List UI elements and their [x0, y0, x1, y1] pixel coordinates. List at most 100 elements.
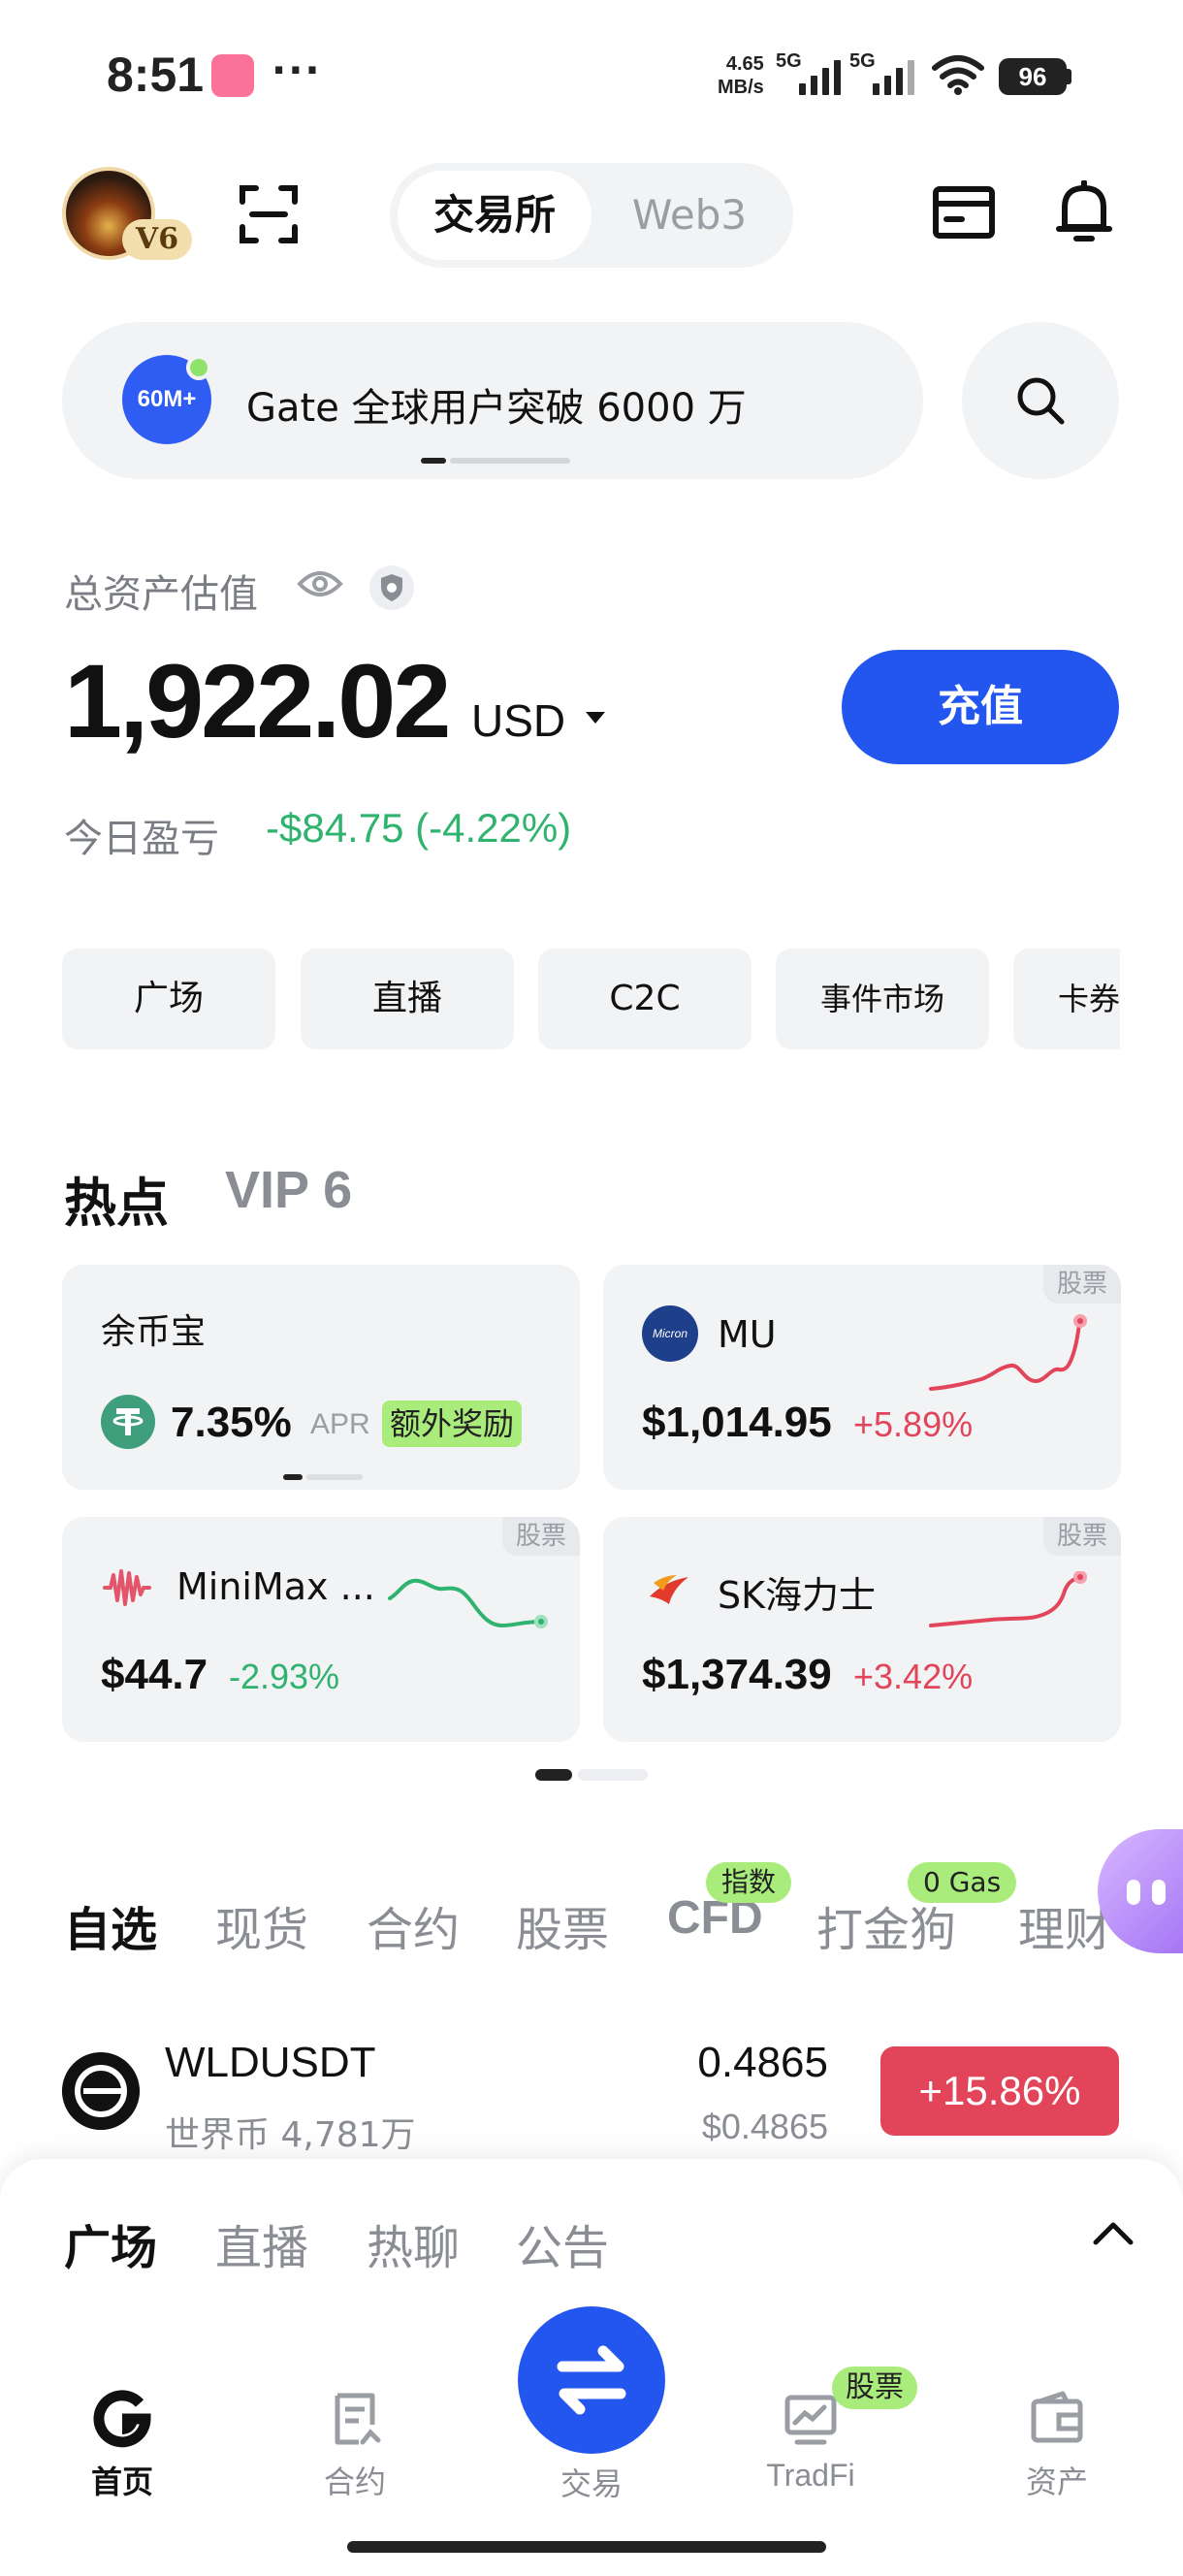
- chevron-up-icon[interactable]: [1092, 2219, 1135, 2246]
- card-pager: [306, 1474, 363, 1480]
- network-speed-unit: MB/s: [718, 77, 764, 98]
- shield-icon[interactable]: [368, 564, 415, 611]
- hot-card-change: +3.42%: [853, 1657, 974, 1696]
- cfd-index-badge: 指数: [706, 1862, 792, 1903]
- tab-futures[interactable]: 合约: [367, 1891, 460, 1959]
- wallet-icon: [1031, 2391, 1083, 2443]
- card-pager-active: [283, 1474, 303, 1480]
- sk-logo: [650, 1575, 688, 1604]
- vip-section-tab[interactable]: VIP 6: [225, 1160, 352, 1220]
- currency-select[interactable]: USD: [471, 694, 565, 747]
- scan-icon[interactable]: [239, 184, 299, 244]
- nav-home[interactable]: 首页: [45, 2390, 200, 2502]
- hot-card-name: SK海力士: [718, 1574, 877, 1617]
- market-usd-price: $0.4865: [701, 2107, 828, 2146]
- tab-spot[interactable]: 现货: [215, 1891, 308, 1959]
- shortcut-event-market[interactable]: 事件市场: [776, 949, 989, 1049]
- hot-card-sk-hynix[interactable]: 股票 SK海力士 $1,374.39 +3.42%: [603, 1517, 1121, 1742]
- market-price: 0.4865: [697, 2039, 828, 2086]
- coin-volume: 4,781万: [280, 2115, 416, 2155]
- nav-futures[interactable]: 合约: [277, 2390, 432, 2502]
- status-time: 8:51: [107, 48, 205, 102]
- coin-name: 世界币: [165, 2115, 271, 2155]
- hot-pager: [578, 1769, 648, 1781]
- nav-tradfi-label: TradFi: [766, 2458, 855, 2493]
- signal-1-label: 5G: [776, 50, 802, 72]
- apr-label: APR: [310, 1408, 370, 1440]
- minimax-sparkline: [388, 1578, 548, 1628]
- battery-icon: 96: [999, 58, 1067, 95]
- hot-card-price: $44.7: [101, 1651, 208, 1698]
- sheet-tab-live[interactable]: 直播: [215, 2209, 308, 2277]
- eye-icon[interactable]: [297, 568, 343, 599]
- nav-trade-label: 交易: [560, 2465, 623, 2502]
- network-speed-value: 4.65: [725, 53, 764, 75]
- stock-tag: 股票: [1042, 1265, 1121, 1304]
- hot-card-change: -2.93%: [229, 1657, 340, 1696]
- minimax-logo: [103, 1569, 151, 1606]
- sheet-tab-announcements[interactable]: 公告: [516, 2209, 609, 2277]
- nav-assets[interactable]: 资产: [979, 2390, 1135, 2502]
- shortcut-c2c[interactable]: C2C: [538, 949, 751, 1049]
- hot-card-name: 余币宝: [101, 1312, 207, 1352]
- hot-card-minimax[interactable]: 股票 MiniMax ... $44.7 -2.93%: [62, 1517, 580, 1742]
- hot-card-earn[interactable]: 余币宝 7.35% APR 额外奖励: [62, 1265, 580, 1490]
- trade-button[interactable]: [518, 2306, 665, 2454]
- total-assets-label: 总资产估值: [64, 572, 258, 617]
- today-pnl-label: 今日盈亏: [64, 817, 219, 861]
- nav-futures-label: 合约: [323, 2463, 386, 2500]
- worldcoin-icon: [62, 2052, 140, 2130]
- tradfi-stock-badge: 股票: [832, 2367, 917, 2409]
- signal-1-icon: [799, 58, 841, 95]
- hot-section-title[interactable]: 热点: [64, 1160, 169, 1237]
- zero-gas-badge: 0 Gas: [908, 1862, 1017, 1903]
- home-icon: [93, 2390, 151, 2448]
- futures-icon: [335, 2393, 381, 2445]
- tab-wealth[interactable]: 理财: [1018, 1891, 1111, 1959]
- micron-logo: Micron: [642, 1305, 698, 1362]
- vip-badge: V6: [122, 219, 192, 260]
- sk-hynix-sparkline: [929, 1571, 1087, 1627]
- nav-assets-label: 资产: [1025, 2463, 1088, 2500]
- tab-favorites[interactable]: 自选: [64, 1891, 157, 1959]
- extra-reward-badge: 额外奖励: [382, 1401, 523, 1447]
- tab-web3[interactable]: Web3: [607, 171, 772, 260]
- tab-exchange[interactable]: 交易所: [398, 171, 592, 260]
- deposit-button[interactable]: 充值: [842, 650, 1119, 764]
- sheet-tab-chat[interactable]: 热聊: [367, 2209, 460, 2277]
- hot-card-name: MiniMax ...: [176, 1565, 375, 1608]
- wifi-icon: [932, 55, 984, 95]
- hot-card-price: $1,374.39: [642, 1651, 832, 1698]
- bell-icon[interactable]: [1055, 180, 1113, 244]
- chevron-down-icon[interactable]: [586, 712, 605, 724]
- today-pnl-value: -$84.75 (-4.22%): [266, 805, 572, 851]
- card-icon[interactable]: [933, 186, 995, 239]
- stock-tag: 股票: [501, 1517, 580, 1556]
- tradfi-icon: [784, 2395, 837, 2445]
- more-notifications-icon: ···: [272, 48, 322, 93]
- market-subtitle: 世界币 4,781万: [165, 2107, 416, 2157]
- tab-stocks[interactable]: 股票: [516, 1891, 609, 1959]
- mu-sparkline: [929, 1314, 1087, 1391]
- battery-tip: [1067, 69, 1071, 84]
- signal-2-label: 5G: [849, 50, 876, 72]
- announcement-pager: [450, 458, 570, 464]
- hot-card-mu[interactable]: 股票 Micron MU $1,014.95 +5.89%: [603, 1265, 1121, 1490]
- hot-card-change: +5.89%: [853, 1404, 974, 1444]
- stock-tag: 股票: [1042, 1517, 1121, 1556]
- sheet-tab-square[interactable]: 广场: [64, 2209, 157, 2277]
- home-indicator: [347, 2541, 826, 2553]
- bilibili-app-icon: [211, 54, 254, 97]
- hot-card-rate: 7.35%: [171, 1399, 292, 1446]
- market-pair: WLDUSDT: [165, 2039, 376, 2086]
- nav-home-label: 首页: [90, 2463, 153, 2500]
- announcement-text: Gate 全球用户突破 6000 万: [246, 386, 747, 431]
- shortcut-square[interactable]: 广场: [62, 949, 275, 1049]
- signal-2-icon: [873, 58, 914, 95]
- shortcut-coupons[interactable]: 卡券: [1013, 949, 1120, 1049]
- shortcut-live[interactable]: 直播: [301, 949, 514, 1049]
- total-balance: 1,922.02: [64, 642, 451, 759]
- network-speed: 4.65 MB/s: [718, 52, 764, 99]
- hot-pager-active: [535, 1769, 572, 1781]
- market-change-badge[interactable]: +15.86%: [880, 2046, 1119, 2136]
